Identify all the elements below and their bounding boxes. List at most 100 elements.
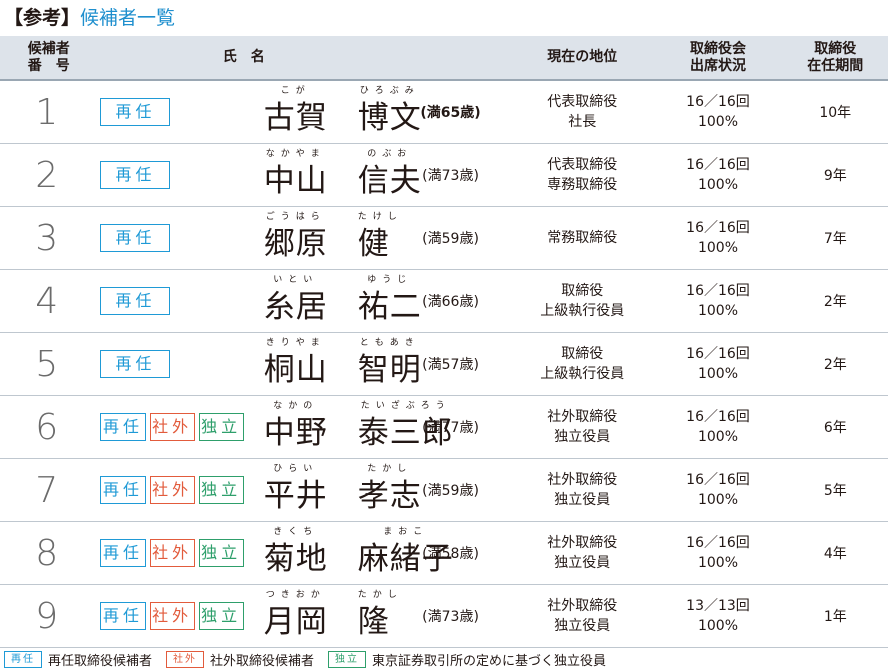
attendance-cell: 16／16回 100% xyxy=(653,521,783,585)
term-length: 4年 xyxy=(823,546,847,562)
given-name-kanji: 孝志 xyxy=(357,478,422,514)
family-name-ruby: なかやま xyxy=(265,149,326,159)
attendance-cell: 16／16回 100% xyxy=(653,80,783,144)
given-name-ruby: まおこ xyxy=(383,527,429,537)
term-cell: 5年 xyxy=(782,458,888,522)
given-name-kanji: 麻緒子 xyxy=(357,541,454,577)
badges-cell: 再任 xyxy=(97,80,244,144)
badge-group: 再任 xyxy=(97,224,243,252)
badges-cell: 再任 社外 独立 xyxy=(97,395,244,459)
candidate-number: 2 xyxy=(35,154,59,196)
table-header-row: 候補者 番 号 氏 名 現在の地位 取締役会 出席状況 取締役 在任期間 xyxy=(0,36,888,81)
table-row: 7 再任 社外 独立 ひらい 平井 たかし 孝志 (満59歳) 社外取締役 独立役員 16／16回 10… xyxy=(0,458,888,522)
legend-text-re: 再任取締役候補者 xyxy=(48,654,153,669)
attendance-rate: 100% xyxy=(697,240,738,256)
family-name: なかの 中野 xyxy=(264,401,328,450)
attendance-cell: 16／16回 100% xyxy=(653,206,783,270)
position-cell: 常務取締役 xyxy=(511,206,654,270)
given-name-kanji: 祐二 xyxy=(357,289,422,325)
given-name: ひろぶみ 博文 xyxy=(358,86,422,135)
header-term-line1: 取締役 xyxy=(814,40,857,57)
badge-group: 再任 社外 独立 xyxy=(97,602,244,630)
position-cell: 代表取締役 社長 xyxy=(511,80,654,144)
candidate-number: 9 xyxy=(35,595,59,637)
attendance-count: 16／16回 xyxy=(686,472,750,488)
family-name-kanji: 中山 xyxy=(263,163,328,199)
candidate-number: 7 xyxy=(35,469,59,511)
family-name-kanji: 菊地 xyxy=(263,541,328,577)
table-row: 9 再任 社外 独立 つきおか 月岡 たかし隆 (満73歳) 社外取締役 独立役員 13／13回 10… xyxy=(0,584,888,648)
position-cell: 社外取締役 独立役員 xyxy=(511,458,654,522)
name-cell: ごうはら 郷原 たけし健 xyxy=(243,206,397,270)
header-term-line2: 在任期間 xyxy=(807,57,864,74)
given-name-ruby: たいざぶろう xyxy=(360,401,451,411)
candidate-number: 6 xyxy=(35,406,59,448)
candidate-name: なかやま 中山 のぶお 信夫 xyxy=(244,144,421,206)
position-line2: 独立役員 xyxy=(554,429,611,445)
attendance-cell: 13／13回 100% xyxy=(653,584,783,648)
attendance-count: 16／16回 xyxy=(686,409,750,425)
term-cell: 7年 xyxy=(782,206,888,270)
legend-badge-sha: 社外 xyxy=(166,651,205,668)
given-name: ゆうじ 祐二 xyxy=(357,275,422,325)
table-row: 2 再任 なかやま 中山 のぶお 信夫 (満73歳) 代表取締役 専務取締役 16／16回 100%… xyxy=(0,143,888,207)
candidate-number-cell: 3 xyxy=(0,206,98,270)
position-cell: 社外取締役 独立役員 xyxy=(511,584,654,648)
family-name: こが 古賀 xyxy=(264,86,328,135)
term-length: 2年 xyxy=(823,294,847,310)
title-text: 候補者一覧 xyxy=(80,7,176,29)
header-age xyxy=(389,36,512,81)
badge-group: 再任 xyxy=(97,350,243,378)
family-name-ruby: こが xyxy=(280,86,311,96)
term-length: 1年 xyxy=(823,609,847,625)
candidate-number-cell: 1 xyxy=(0,80,98,144)
family-name: いとい 糸居 xyxy=(264,275,328,324)
family-name-ruby: ひらい xyxy=(273,464,319,474)
candidate-age: (満73歳) xyxy=(422,168,479,184)
family-name-ruby: なかの xyxy=(273,401,319,411)
candidate-age: (満57歳) xyxy=(422,357,479,373)
badge-reappointment: 再任 xyxy=(100,476,146,504)
candidate-name: なかの 中野 たいざぶろう 泰三郎 xyxy=(244,396,453,458)
candidate-number-cell: 5 xyxy=(0,332,98,396)
term-length: 9年 xyxy=(823,168,847,184)
legend-badge-re: 再任 xyxy=(4,651,42,668)
header-number-line1: 候補者 xyxy=(27,40,70,57)
badge-reappointment: 再任 xyxy=(100,98,171,126)
position-line2: 上級執行役員 xyxy=(540,366,625,382)
header-number: 候補者 番 号 xyxy=(0,36,98,81)
position-line1: 取締役 xyxy=(561,283,604,299)
position-line1: 取締役 xyxy=(561,346,604,362)
badge-group: 再任 社外 独立 xyxy=(97,476,244,504)
candidate-age: (満59歳) xyxy=(422,483,479,499)
badge-reappointment: 再任 xyxy=(100,413,146,441)
attendance-count: 16／16回 xyxy=(686,283,750,299)
term-length: 5年 xyxy=(823,483,847,499)
name-cell: つきおか 月岡 たかし隆 xyxy=(243,584,403,648)
candidate-number-cell: 4 xyxy=(0,269,98,333)
position-line2: 社長 xyxy=(568,114,597,130)
given-name: たかし 孝志 xyxy=(357,464,422,514)
header-attendance-line2: 出席状況 xyxy=(689,57,746,74)
candidate-number: 4 xyxy=(35,280,59,322)
name-cell: いとい 糸居 ゆうじ 祐二 xyxy=(243,269,421,333)
badge-reappointment: 再任 xyxy=(100,602,146,630)
given-name-ruby: ひろぶみ xyxy=(359,86,420,96)
candidate-number-cell: 6 xyxy=(0,395,98,459)
family-name-kanji: 平井 xyxy=(263,478,328,514)
position-line1: 社外取締役 xyxy=(547,472,618,488)
candidate-name: きりやま 桐山 ともあき 智明 xyxy=(244,333,421,395)
family-name: なかやま 中山 xyxy=(263,149,328,199)
family-name-ruby: きりやま xyxy=(265,338,326,348)
position-line2: 上級執行役員 xyxy=(540,303,625,319)
candidate-number: 1 xyxy=(35,91,59,133)
badge-outside: 社外 xyxy=(149,602,195,630)
position-line2: 独立役員 xyxy=(554,618,611,634)
term-length: 2年 xyxy=(823,357,847,373)
attendance-rate: 100% xyxy=(697,177,738,193)
family-name: きりやま 桐山 xyxy=(264,338,328,387)
badge-independent: 独立 xyxy=(198,413,244,441)
name-cell: なかやま 中山 のぶお 信夫 xyxy=(243,143,421,207)
given-name-ruby: たかし xyxy=(357,590,403,600)
badges-cell: 再任 社外 独立 xyxy=(97,458,244,522)
